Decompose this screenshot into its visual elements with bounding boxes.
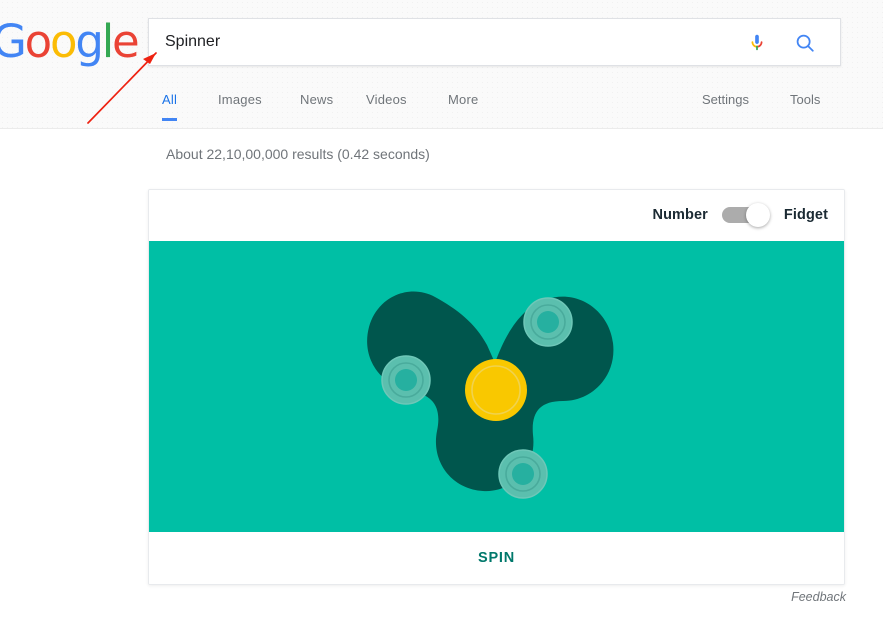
spinner-lobe-bottom — [499, 450, 547, 498]
feedback-link[interactable]: Feedback — [791, 590, 846, 604]
microphone-icon[interactable] — [746, 32, 768, 54]
search-box[interactable] — [148, 18, 841, 66]
search-input[interactable] — [163, 19, 743, 65]
tools-link[interactable]: Tools — [790, 92, 820, 107]
search-header: Google All Images New — [0, 0, 883, 129]
logo-letter-o1: o — [25, 15, 50, 68]
spinner-lobe-top-right — [524, 298, 572, 346]
logo-letter-l: l — [102, 15, 112, 68]
tab-images[interactable]: Images — [218, 92, 262, 118]
card-header: Number Fidget — [149, 190, 844, 241]
google-search-results-page: Google All Images New — [0, 0, 883, 636]
fidget-spinner-card: Number Fidget — [148, 189, 845, 585]
settings-link[interactable]: Settings — [702, 92, 749, 107]
search-magnifier-icon[interactable] — [794, 32, 816, 54]
mode-toggle-switch[interactable] — [722, 203, 770, 227]
toggle-knob[interactable] — [746, 203, 770, 227]
logo-letter-g1: G — [0, 15, 25, 68]
toggle-label-number: Number — [653, 207, 708, 223]
logo-letter-e: e — [112, 15, 138, 68]
spinner-lobe-left — [382, 356, 430, 404]
tab-videos[interactable]: Videos — [366, 92, 407, 118]
tab-news[interactable]: News — [300, 92, 333, 118]
toggle-label-fidget: Fidget — [784, 207, 828, 223]
fidget-spinner-illustration[interactable] — [149, 241, 844, 534]
spinner-stage[interactable] — [149, 241, 844, 534]
mode-toggle-group: Number Fidget — [653, 199, 828, 231]
google-logo[interactable]: Google — [0, 17, 138, 67]
logo-letter-g2: g — [75, 15, 101, 68]
result-stats: About 22,10,00,000 results (0.42 seconds… — [166, 146, 430, 162]
card-footer: SPIN — [149, 532, 844, 584]
spin-button[interactable]: SPIN — [472, 549, 521, 567]
tab-more[interactable]: More — [448, 92, 478, 118]
spinner-center-hub — [465, 359, 527, 421]
tab-all[interactable]: All — [162, 92, 177, 121]
logo-letter-o2: o — [50, 15, 75, 68]
